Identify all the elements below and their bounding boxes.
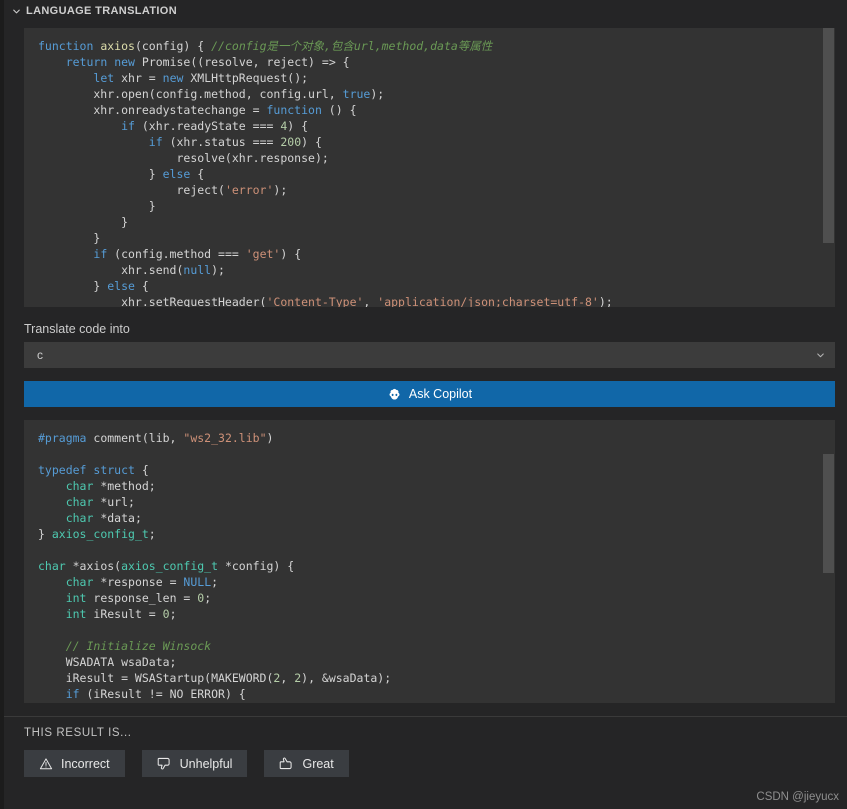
thumbs-down-icon: [157, 756, 172, 771]
translate-into-label: Translate code into: [24, 322, 130, 336]
source-code-scrollbar[interactable]: [821, 28, 835, 307]
source-code-block[interactable]: function axios(config) { //config是一个对象,包…: [24, 28, 835, 307]
warning-triangle-icon: [39, 757, 53, 771]
feedback-incorrect-label: Incorrect: [61, 756, 110, 771]
chevron-down-icon[interactable]: [8, 3, 24, 19]
copilot-icon: [387, 387, 402, 402]
scrollbar-thumb[interactable]: [823, 28, 834, 243]
feedback-great-button[interactable]: Great: [264, 750, 349, 777]
feedback-footer: THIS RESULT IS... Incorrect Unhelpful Gr…: [4, 716, 847, 809]
ask-copilot-button[interactable]: Ask Copilot: [24, 381, 835, 407]
target-language-select[interactable]: c: [24, 342, 835, 368]
translated-code-text: #pragma comment(lib, "ws2_32.lib") typede…: [38, 431, 392, 701]
scrollbar-thumb[interactable]: [823, 453, 834, 573]
panel-title: LANGUAGE TRANSLATION: [26, 5, 178, 17]
feedback-unhelpful-label: Unhelpful: [179, 756, 233, 771]
watermark: CSDN @jieyucx: [756, 791, 839, 803]
feedback-button-row: Incorrect Unhelpful Great: [24, 750, 847, 777]
copilot-language-translation-panel: LANGUAGE TRANSLATION function axios(conf…: [0, 0, 847, 809]
feedback-unhelpful-button[interactable]: Unhelpful: [141, 750, 248, 777]
target-language-value: c: [37, 348, 43, 362]
feedback-incorrect-button[interactable]: Incorrect: [24, 750, 125, 777]
translated-code-block[interactable]: #pragma comment(lib, "ws2_32.lib") typede…: [24, 420, 835, 703]
panel-header[interactable]: LANGUAGE TRANSLATION: [4, 0, 847, 22]
thumbs-up-icon: [279, 756, 294, 771]
chevron-down-icon[interactable]: [815, 350, 826, 361]
feedback-title: THIS RESULT IS...: [24, 727, 132, 739]
translated-code-scrollbar[interactable]: [821, 420, 835, 703]
ask-copilot-label: Ask Copilot: [408, 387, 473, 401]
feedback-great-label: Great: [302, 756, 334, 771]
source-code-text: function axios(config) { //config是一个对象,包…: [38, 39, 613, 307]
